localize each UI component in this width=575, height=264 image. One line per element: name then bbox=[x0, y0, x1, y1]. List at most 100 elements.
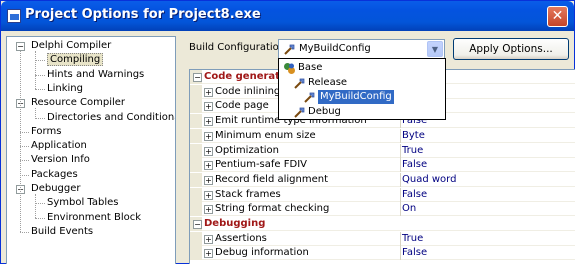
dropdown-option[interactable]: Base bbox=[298, 61, 322, 75]
build-config-icon bbox=[294, 107, 305, 118]
tree-connector bbox=[20, 174, 29, 176]
tree-item-label: Packages bbox=[31, 168, 78, 180]
property-row[interactable]: + Stack frames False bbox=[190, 187, 575, 202]
expand-icon[interactable]: + bbox=[204, 205, 213, 215]
tree-item[interactable]: Symbol Tables bbox=[47, 196, 119, 210]
build-configuration-value: MyBuildConfig bbox=[299, 43, 371, 54]
expand-icon[interactable]: + bbox=[204, 146, 213, 156]
tree-item[interactable]: Directories and Conditionals bbox=[47, 111, 176, 125]
column-divider bbox=[400, 158, 401, 173]
expand-icon[interactable]: + bbox=[204, 117, 213, 127]
property-row[interactable]: + Assertions True bbox=[190, 231, 575, 246]
row-gutter bbox=[190, 187, 202, 202]
tree-item[interactable]: Forms bbox=[31, 125, 61, 139]
property-row[interactable]: + Debug information False bbox=[190, 246, 575, 261]
expand-toggle-icon[interactable]: − bbox=[16, 42, 25, 51]
build-configuration-combo[interactable]: MyBuildConfig ▼ bbox=[278, 39, 445, 59]
column-divider bbox=[400, 231, 401, 246]
tree-item[interactable]: Build Events bbox=[31, 225, 93, 239]
tree-connector bbox=[35, 203, 45, 205]
tree-item[interactable]: Linking bbox=[47, 82, 83, 96]
property-value[interactable]: True bbox=[402, 144, 423, 158]
collapse-icon[interactable]: − bbox=[193, 73, 202, 82]
property-value[interactable]: True bbox=[402, 232, 423, 246]
collapse-icon[interactable]: − bbox=[193, 220, 202, 229]
dropdown-option[interactable]: MyBuildConfig bbox=[318, 90, 394, 104]
dropdown-option[interactable]: Release bbox=[308, 76, 347, 90]
tree-item-label: Linking bbox=[47, 82, 83, 94]
property-row[interactable]: + Record field alignment Quad word bbox=[190, 172, 575, 187]
property-value[interactable]: False bbox=[402, 188, 427, 202]
row-gutter bbox=[190, 202, 202, 217]
tree-item[interactable]: Packages bbox=[31, 168, 78, 182]
property-row[interactable]: + String format checking On bbox=[190, 202, 575, 217]
tree-connector bbox=[35, 88, 45, 90]
chevron-down-icon[interactable]: ▼ bbox=[427, 41, 443, 57]
property-name: Optimization bbox=[215, 144, 279, 156]
tree-item-label: Directories and Conditionals bbox=[47, 111, 176, 123]
property-value[interactable]: False bbox=[402, 246, 427, 260]
tree-item-label: Compiling bbox=[47, 53, 104, 67]
expand-icon[interactable]: + bbox=[204, 249, 213, 259]
property-name: Pentium-safe FDIV bbox=[215, 159, 307, 171]
tree-connector bbox=[20, 131, 29, 133]
expand-icon[interactable]: + bbox=[204, 87, 213, 97]
category-row[interactable]: − Debugging bbox=[190, 217, 575, 231]
tree-item-label: Environment Block bbox=[47, 211, 142, 223]
column-divider bbox=[400, 143, 401, 158]
project-options-window: Project Options for Project8.exe ✕ − Delp… bbox=[0, 0, 575, 264]
property-value[interactable]: Quad word bbox=[402, 173, 456, 187]
expand-icon[interactable]: + bbox=[204, 131, 213, 141]
tree-connector bbox=[35, 74, 45, 76]
property-value[interactable]: On bbox=[402, 202, 416, 216]
row-gutter bbox=[190, 84, 202, 99]
window-title: Project Options for Project8.exe bbox=[25, 7, 261, 22]
row-gutter bbox=[190, 172, 202, 187]
title-bar[interactable]: Project Options for Project8.exe ✕ bbox=[1, 1, 574, 31]
property-value[interactable]: Byte bbox=[402, 129, 425, 143]
row-gutter bbox=[190, 246, 202, 261]
tree-connector bbox=[35, 60, 45, 62]
expand-icon[interactable]: + bbox=[204, 102, 213, 112]
row-gutter bbox=[190, 114, 202, 129]
tree-item-label: Resource Compiler bbox=[31, 97, 126, 109]
tree-item-label: Forms bbox=[31, 125, 62, 137]
property-name: Debug information bbox=[215, 247, 309, 259]
expand-icon[interactable]: + bbox=[204, 190, 213, 200]
tree-item-label: Delphi Compiler bbox=[31, 40, 112, 51]
dropdown-option[interactable]: Debug bbox=[308, 105, 341, 119]
property-row[interactable]: + Optimization True bbox=[190, 143, 575, 158]
column-divider bbox=[400, 246, 401, 261]
property-row[interactable]: + Pentium-safe FDIV False bbox=[190, 158, 575, 173]
tree-item[interactable]: Resource Compiler bbox=[31, 96, 125, 110]
base-config-icon bbox=[284, 63, 295, 74]
expand-icon[interactable]: + bbox=[204, 175, 213, 185]
property-name: Minimum enum size bbox=[215, 129, 316, 141]
close-button[interactable]: ✕ bbox=[547, 6, 568, 27]
expand-icon[interactable]: + bbox=[204, 234, 213, 244]
property-value[interactable]: False bbox=[402, 158, 427, 172]
tree-item[interactable]: Delphi Compiler bbox=[31, 39, 111, 53]
property-name: Stack frames bbox=[215, 188, 281, 200]
apply-options-button[interactable]: Apply Options... bbox=[453, 38, 569, 60]
column-divider bbox=[400, 128, 401, 143]
property-row[interactable]: + Minimum enum size Byte bbox=[190, 128, 575, 143]
property-name: Record field alignment bbox=[215, 173, 329, 185]
app-icon bbox=[7, 9, 21, 23]
tree-item[interactable]: Version Info bbox=[31, 153, 90, 167]
tree-item[interactable]: Debugger bbox=[31, 182, 81, 196]
build-config-icon bbox=[294, 78, 305, 89]
tree-connector bbox=[35, 117, 45, 119]
tree-item[interactable]: Compiling bbox=[47, 53, 104, 67]
tree-item-label: Version Info bbox=[31, 154, 90, 166]
row-gutter bbox=[190, 158, 202, 173]
tree-connector bbox=[35, 51, 36, 89]
build-configuration-label: Build Configuration bbox=[189, 42, 286, 53]
expand-icon[interactable]: + bbox=[204, 161, 213, 171]
tree-item[interactable]: Application bbox=[31, 139, 87, 153]
tree-item[interactable]: Hints and Warnings bbox=[47, 68, 144, 82]
tree-item[interactable]: Environment Block bbox=[47, 211, 141, 225]
tree-item-label: Hints and Warnings bbox=[47, 68, 145, 80]
row-gutter bbox=[190, 99, 202, 114]
row-gutter bbox=[190, 231, 202, 246]
